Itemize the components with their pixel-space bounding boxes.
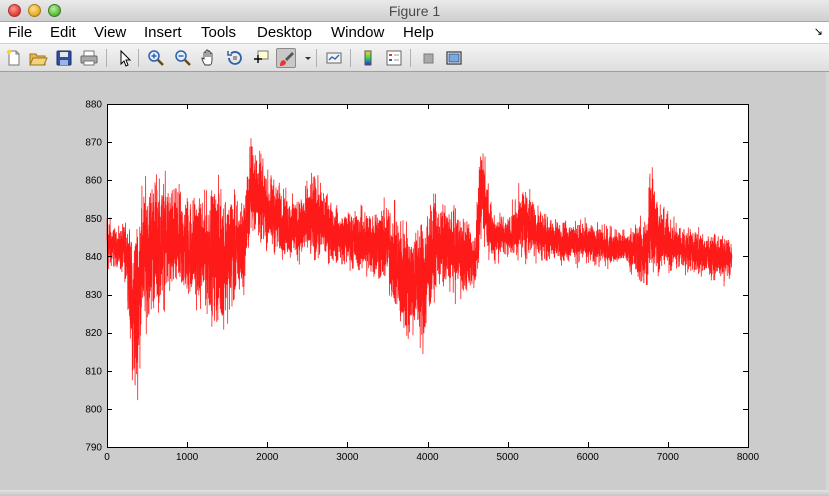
- brush-dropdown-icon[interactable]: [298, 48, 311, 68]
- toolbar-separator: [138, 49, 139, 67]
- window-bottom-edge: [0, 490, 829, 496]
- open-file-icon[interactable]: [28, 48, 48, 68]
- y-tick-label: 800: [85, 404, 102, 415]
- menu-bar: File Edit View Insert Tools Desktop Wind…: [0, 22, 829, 44]
- menu-tools[interactable]: Tools: [201, 24, 236, 41]
- y-tick-label: 870: [85, 138, 102, 149]
- menu-help[interactable]: Help: [403, 24, 434, 41]
- menu-desktop[interactable]: Desktop: [257, 24, 312, 41]
- data-cursor-icon[interactable]: [251, 48, 271, 68]
- figure-canvas[interactable]: 0 1000 2000 3000 4000 5000 6000 7000 8000 790 800 8…: [0, 72, 829, 490]
- x-tick-label: 1000: [176, 452, 199, 463]
- figure-toolbar: [0, 44, 829, 72]
- pan-hand-icon[interactable]: [199, 48, 219, 68]
- plot-axes[interactable]: 0 1000 2000 3000 4000 5000 6000 7000 8000 790 800 8…: [0, 72, 829, 490]
- window-title: Figure 1: [388, 3, 441, 19]
- x-tick-label: 6000: [577, 452, 600, 463]
- toolbar-separator: [410, 49, 411, 67]
- zoom-out-icon[interactable]: [173, 48, 193, 68]
- x-tick-label: 2000: [256, 452, 279, 463]
- x-tick-label: 3000: [336, 452, 359, 463]
- y-tick-label: 820: [85, 328, 102, 339]
- x-tick-label: 7000: [657, 452, 680, 463]
- menu-insert[interactable]: Insert: [144, 24, 182, 41]
- x-tick-label: 0: [104, 452, 110, 463]
- y-tick-label: 860: [85, 176, 102, 187]
- y-tick-label: 810: [85, 366, 102, 377]
- menu-edit[interactable]: Edit: [50, 24, 76, 41]
- insert-legend-icon[interactable]: [384, 48, 404, 68]
- save-icon[interactable]: [54, 48, 74, 68]
- y-tick-label: 830: [85, 290, 102, 301]
- new-figure-icon[interactable]: [4, 48, 24, 68]
- brush-icon[interactable]: [276, 48, 296, 68]
- x-tick-label: 4000: [416, 452, 439, 463]
- insert-colorbar-icon[interactable]: [358, 48, 378, 68]
- menu-view[interactable]: View: [94, 24, 126, 41]
- link-plot-icon[interactable]: [324, 48, 344, 68]
- show-plot-tools-icon[interactable]: [444, 48, 464, 68]
- zoom-in-icon[interactable]: [146, 48, 166, 68]
- menu-file[interactable]: File: [8, 24, 32, 41]
- menu-dock-arrow-icon[interactable]: ↘: [814, 25, 823, 38]
- x-tick-label: 8000: [737, 452, 760, 463]
- toolbar-separator: [316, 49, 317, 67]
- y-tick-label: 850: [85, 214, 102, 225]
- rotate-3d-icon[interactable]: [225, 48, 245, 68]
- y-tick-label: 790: [85, 443, 102, 454]
- print-icon[interactable]: [79, 48, 99, 68]
- y-tick-label: 840: [85, 252, 102, 263]
- toolbar-separator: [106, 49, 107, 67]
- hide-plot-tools-icon[interactable]: [418, 48, 438, 68]
- y-tick-label: 880: [85, 100, 102, 111]
- edit-plot-arrow-icon[interactable]: [114, 48, 134, 68]
- menu-window[interactable]: Window: [331, 24, 384, 41]
- toolbar-separator: [350, 49, 351, 67]
- x-tick-label: 5000: [497, 452, 520, 463]
- window-titlebar[interactable]: Figure 1: [0, 0, 829, 22]
